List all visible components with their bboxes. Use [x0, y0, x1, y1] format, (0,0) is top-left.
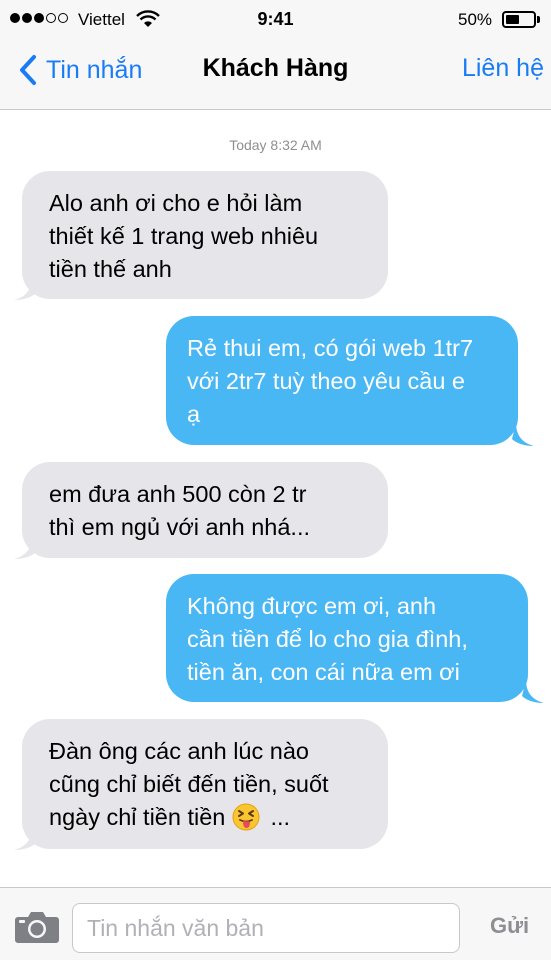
message-text: ngày chỉ tiền tiền [49, 804, 226, 830]
camera-icon[interactable] [14, 910, 60, 944]
bubble-tail [512, 423, 534, 446]
status-bar: Viettel 9:41 50% [0, 0, 551, 40]
message-line-with-emoji: ngày chỉ tiền tiền ... [49, 801, 370, 834]
message-line: Đàn ông các anh lúc nào [49, 738, 309, 764]
message-line: em đưa anh 500 còn 2 tr [49, 481, 307, 507]
message-line: Rẻ thui em, có gói web 1tr7 [187, 335, 474, 361]
message-timestamp: Today 8:32 AM [229, 137, 322, 153]
send-button[interactable]: Gửi [490, 913, 529, 939]
tongue-out-face-icon [232, 803, 260, 831]
bubble-tail [522, 680, 544, 703]
message-line: cũng chỉ biết đến tiền, suốt [49, 771, 329, 797]
message-line: tiền ăn, con cái nữa em ơi [187, 659, 460, 685]
battery-icon [502, 11, 536, 28]
message-line: ạ [187, 401, 201, 427]
message-line: với 2tr7 tuỳ theo yêu cầu e [187, 368, 465, 394]
message-input-bar: Gửi [0, 887, 551, 960]
message-line: Không được em ơi, anh [187, 593, 437, 619]
bubble-tail [14, 827, 36, 850]
message-line: Alo anh ơi cho e hỏi làm [49, 190, 303, 216]
nav-bar: Tin nhắn Khách Hàng Liên hệ [0, 40, 551, 110]
message-bubble-received: Alo anh ơi cho e hỏi làm thiết kế 1 tran… [22, 171, 388, 299]
message-bubble-received: Đàn ông các anh lúc nào cũng chỉ biết đế… [22, 719, 388, 849]
message-line: thiết kế 1 trang web nhiêu [49, 223, 319, 249]
message-text: ... [270, 804, 291, 830]
bubble-tail [14, 277, 36, 300]
battery-tip [537, 16, 540, 23]
message-line: cần tiền để lo cho gia đình, [187, 626, 468, 652]
battery-percent: 50% [458, 10, 493, 29]
bubble-tail [14, 536, 36, 559]
message-input[interactable] [72, 903, 460, 953]
message-line: thì em ngủ với anh nhá... [49, 514, 311, 540]
contact-button[interactable]: Liên hệ [462, 54, 544, 83]
message-bubble-sent: Không được em ơi, anh cần tiền để lo cho… [166, 574, 528, 702]
message-bubble-received: em đưa anh 500 còn 2 tr thì em ngủ với a… [22, 462, 388, 558]
battery-level [506, 15, 519, 24]
message-bubble-sent: Rẻ thui em, có gói web 1tr7 với 2tr7 tuỳ… [166, 316, 518, 445]
message-line: tiền thế anh [49, 256, 172, 282]
